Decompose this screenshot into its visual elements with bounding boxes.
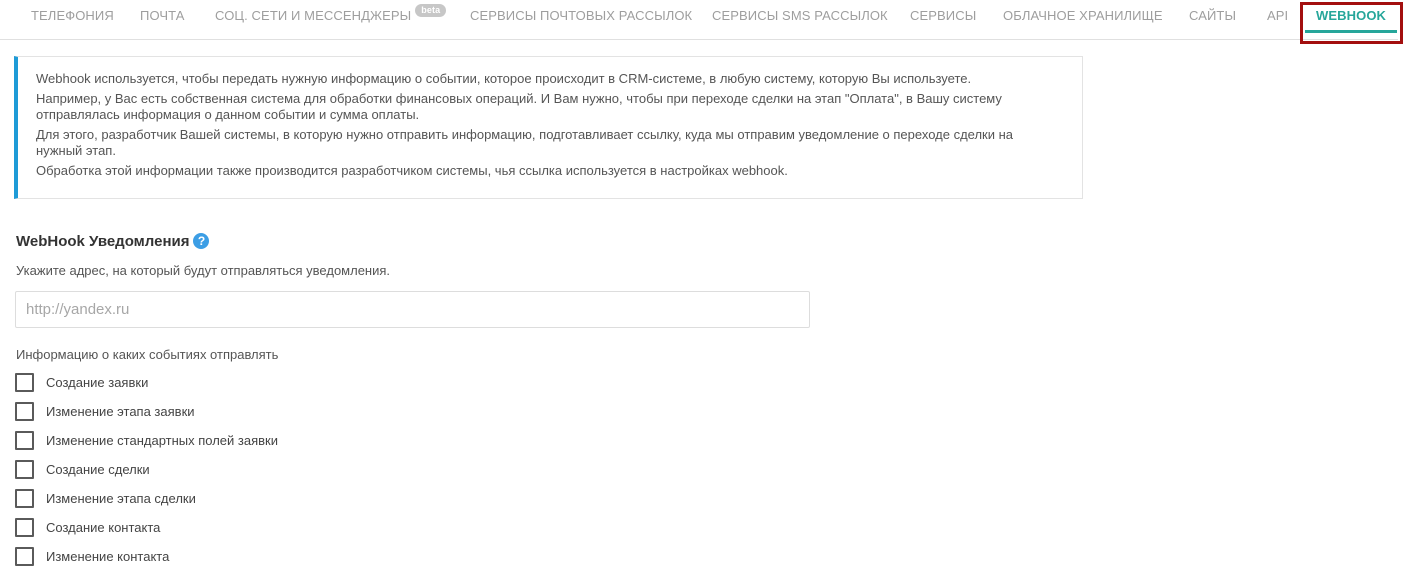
event-checkbox[interactable]	[15, 460, 34, 479]
info-line: Для этого, разработчик Вашей системы, в …	[36, 127, 1014, 158]
tab-email-campaign-services[interactable]: СЕРВИСЫ ПОЧТОВЫХ РАССЫЛОК	[470, 0, 692, 33]
event-checkbox[interactable]	[15, 402, 34, 421]
webhook-section-title: WebHook Уведомления?	[16, 233, 210, 250]
events-label: Информацию о каких событиях отправлять	[16, 347, 279, 362]
tab-social-messengers[interactable]: СОЦ. СЕТИ И МЕССЕНДЖЕРЫ beta	[215, 0, 447, 33]
webhook-title-text: WebHook Уведомления	[16, 233, 190, 250]
webhook-info-box: Webhook используется, чтобы передать нуж…	[14, 56, 1083, 199]
event-label: Изменение этапа заявки	[46, 404, 195, 419]
webhook-url-input[interactable]	[15, 291, 810, 328]
event-checkbox[interactable]	[15, 518, 34, 537]
event-label: Изменение этапа сделки	[46, 491, 196, 506]
info-line: Например, у Вас есть собственная система…	[36, 91, 1002, 122]
event-checkbox[interactable]	[15, 373, 34, 392]
tab-api[interactable]: API	[1267, 0, 1288, 33]
tab-cloud-storage[interactable]: ОБЛАЧНОЕ ХРАНИЛИЩЕ	[1003, 0, 1163, 33]
webhook-tab-highlight	[1300, 2, 1403, 44]
event-label: Изменение контакта	[46, 549, 170, 564]
beta-badge: beta	[415, 4, 447, 17]
info-line: Обработка этой информации также производ…	[36, 163, 788, 178]
tab-social-messengers-label: СОЦ. СЕТИ И МЕССЕНДЖЕРЫ	[215, 8, 412, 23]
tab-telephony[interactable]: ТЕЛЕФОНИЯ	[31, 0, 114, 33]
event-label: Изменение стандартных полей заявки	[46, 433, 278, 448]
event-label: Создание сделки	[46, 462, 150, 477]
event-checkbox[interactable]	[15, 547, 34, 566]
help-icon[interactable]: ?	[193, 233, 210, 249]
tab-mail[interactable]: ПОЧТА	[140, 0, 185, 33]
event-checkbox[interactable]	[15, 431, 34, 450]
event-checkbox[interactable]	[15, 489, 34, 508]
settings-tabs: ТЕЛЕФОНИЯ ПОЧТА СОЦ. СЕТИ И МЕССЕНДЖЕРЫ b…	[0, 0, 1398, 40]
tab-sites[interactable]: САЙТЫ	[1189, 0, 1236, 33]
info-line: Webhook используется, чтобы передать нуж…	[36, 71, 972, 86]
tab-sms-campaign-services[interactable]: СЕРВИСЫ SMS РАССЫЛОК	[712, 0, 888, 33]
url-hint: Укажите адрес, на который будут отправля…	[16, 263, 391, 278]
tab-services[interactable]: СЕРВИСЫ	[910, 0, 976, 33]
event-label: Создание контакта	[46, 520, 161, 535]
event-label: Создание заявки	[46, 375, 149, 390]
